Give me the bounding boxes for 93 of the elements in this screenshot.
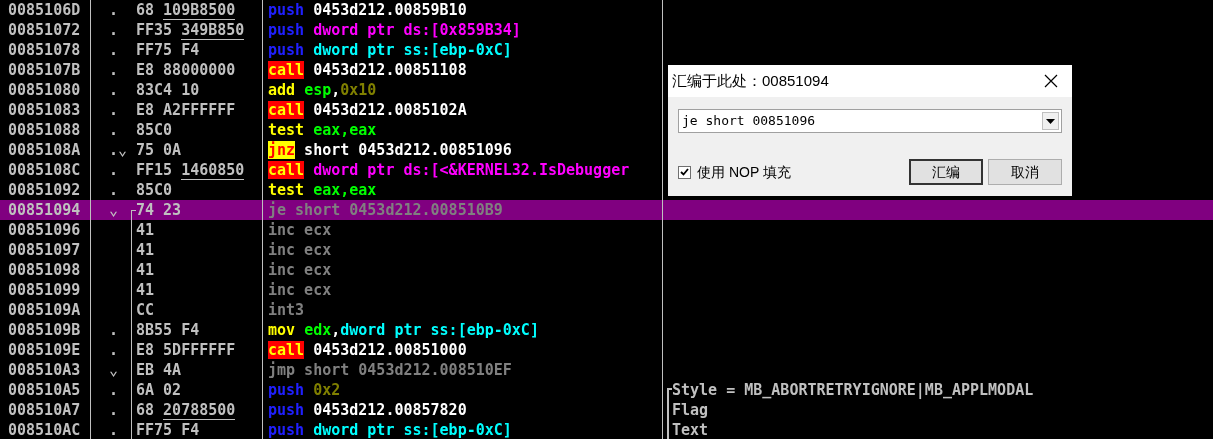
disassembly-cell: jnz short 0453d212.00851096 [268, 140, 512, 160]
hex-bytes-cell-text: FF15 1460850 [136, 159, 245, 182]
comment-cell-text: Text [672, 419, 709, 439]
hex-bytes-cell-text: E8 88000000 [136, 59, 236, 81]
instruction-combo-box[interactable]: je short 00851096 [678, 109, 1062, 133]
address-cell-text: 008510A5 [8, 379, 81, 401]
address-cell-text: 0085109E [8, 339, 81, 361]
address-cell-text: 00851072 [8, 19, 81, 41]
disassembly-cell: call dword ptr ds:[<&KERNEL32.IsDebugger [268, 160, 630, 180]
disassembly-cell: call 0453d212.0085102A [268, 100, 467, 120]
disassembly-cell: push dword ptr ss:[ebp-0xC] [268, 40, 512, 60]
hex-bytes-cell-text: 41 [136, 259, 155, 281]
address-cell-text: 00851097 [8, 239, 81, 261]
hex-bytes-cell: 68 109B8500 [136, 0, 236, 22]
address-cell-text: 0085108C [8, 159, 81, 181]
address-cell-text: 00851094 [8, 199, 81, 221]
disassembly-cell: inc ecx [268, 280, 332, 300]
address-cell-text: 008510A7 [8, 399, 81, 421]
address-cell-text: 0085109A [8, 299, 81, 321]
disassembly-cell: je short 0453d212.008510B9 [268, 200, 503, 220]
hex-bytes-cell-text: 41 [136, 239, 155, 261]
hex-bytes-cell-text: FF75 F4 [136, 419, 200, 439]
disassembly-cell: call 0453d212.00851108 [268, 60, 467, 80]
disassembly-cell: inc ecx [268, 260, 332, 280]
disassembly-cell: call 0453d212.00851000 [268, 340, 467, 360]
hex-bytes-cell-text: CC [136, 299, 155, 321]
hex-bytes-cell-text: 6A 02 [136, 379, 182, 401]
address-cell-text: 00851078 [8, 39, 81, 61]
dialog-button[interactable]: 取消 [988, 159, 1062, 185]
hex-bytes-cell-text: 8B55 F4 [136, 319, 200, 341]
hex-bytes-cell-text: 83C4 10 [136, 79, 200, 101]
disassembly-cell: jmp short 0453d212.008510EF [268, 360, 512, 380]
hex-bytes-cell-text: 74 23 [136, 199, 182, 221]
address-cell-text: 00851088 [8, 119, 81, 141]
jump-marker: . [109, 339, 119, 361]
disassembly-row[interactable]: 00851094 ⌄ 74 23 je short 0453d212.008510B9 [0, 200, 1213, 220]
disassembly-cell: inc ecx [268, 220, 332, 240]
jump-marker: . [109, 0, 119, 21]
address-cell-text: 00851092 [8, 179, 81, 201]
address-cell-text: 0085108A [8, 139, 81, 161]
checkbox[interactable] [678, 165, 691, 179]
hex-bytes-cell-text: FF35 349B850 [136, 19, 245, 42]
disassembly-cell: push 0453d212.00859B10 [268, 0, 467, 20]
address-cell-text: 008510AC [8, 419, 81, 439]
hex-bytes-cell-text: FF75 F4 [136, 39, 200, 61]
address-cell-text: 0085107B [8, 59, 81, 81]
jump-marker: . [109, 59, 119, 81]
hex-bytes-cell-text: E8 5DFFFFFF [136, 339, 236, 361]
jump-marker: . [109, 79, 119, 101]
comment-cell-text: Style = MB_ABORTRETRYIGNORE|MB_APPLMODAL [672, 379, 1034, 401]
jump-marker: ⌄ [109, 359, 119, 381]
address-cell-text: 00851083 [8, 99, 81, 121]
dialog-button[interactable]: 汇编 [909, 159, 983, 185]
disassembly-cell: test eax,eax [268, 180, 377, 200]
hex-bytes-cell-text: E8 A2FFFFFF [136, 99, 236, 121]
hex-bytes-cell-text: 41 [136, 279, 155, 301]
disassembly-cell: push dword ptr ss:[ebp-0xC] [268, 420, 512, 439]
jump-marker: . [109, 419, 119, 439]
disassembly-cell: push 0453d212.00857820 [268, 400, 467, 420]
hex-bytes-cell-text: 75 0A [136, 139, 182, 161]
address-cell-text: 00851096 [8, 219, 81, 241]
address-cell-text: 0085109B [8, 319, 81, 341]
jump-marker: . [109, 319, 119, 341]
address-cell-text: 008510A3 [8, 359, 81, 381]
disassembly-cell: push dword ptr ds:[0x859B34] [268, 20, 521, 40]
disassembly-cell: push 0x2 [268, 380, 341, 400]
checkbox-label: 使用 NOP 填充 [697, 162, 791, 182]
jump-marker: . [109, 399, 119, 421]
hex-bytes-cell-text: EB 4A [136, 359, 182, 381]
jump-marker: . [109, 179, 119, 201]
disassembly-cell: add esp,0x10 [268, 80, 377, 100]
close-icon[interactable] [1044, 74, 1058, 88]
jump-marker: . [109, 159, 119, 181]
jump-marker: . [109, 379, 119, 401]
jump-marker: . [109, 39, 119, 61]
disassembly-cell: inc ecx [268, 240, 332, 260]
disassembly-cell: test eax,eax [268, 120, 377, 140]
hex-bytes-cell-text: 68 20788500 [136, 399, 236, 422]
address-cell-text: 0085106D [8, 0, 81, 21]
hex-bytes-cell-text: 85C0 [136, 179, 173, 201]
jump-marker: .⌄ [109, 139, 128, 161]
jump-marker: . [109, 19, 119, 41]
disassembly-cell: mov edx,dword ptr ss:[ebp-0xC] [268, 320, 539, 340]
jump-marker: ⌄ [109, 199, 119, 221]
jump-marker: . [109, 99, 119, 121]
address-cell-text: 00851098 [8, 259, 81, 281]
jump-marker: . [109, 119, 119, 141]
hex-bytes-cell-text: 41 [136, 219, 155, 241]
address-cell-text: 00851080 [8, 79, 81, 101]
comment-cell-text: Flag [672, 399, 709, 421]
hex-bytes-cell-text: 85C0 [136, 119, 173, 141]
disassembly-cell: int3 [268, 300, 305, 320]
address-cell-text: 00851099 [8, 279, 81, 301]
